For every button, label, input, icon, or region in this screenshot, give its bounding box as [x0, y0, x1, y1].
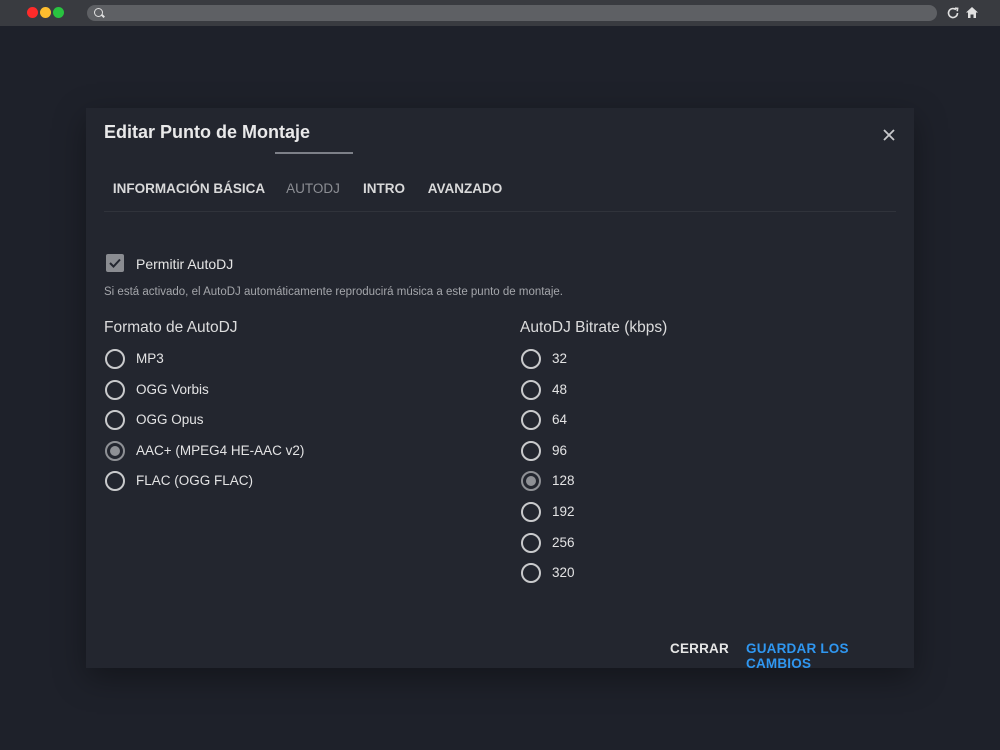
bitrate-option[interactable]: 48: [521, 379, 851, 411]
bitrate-group-title: AutoDJ Bitrate (kbps): [520, 319, 668, 336]
bitrate-option[interactable]: 32: [521, 349, 851, 380]
window-minimize-button[interactable]: [40, 7, 51, 18]
browser-toolbar: [0, 0, 1000, 26]
format-option[interactable]: FLAC (OGG FLAC): [105, 471, 435, 502]
dialog-title: Editar Punto de Montaje: [104, 122, 311, 142]
bitrate-option-label[interactable]: 64: [552, 412, 567, 427]
bitrate-option[interactable]: 256: [521, 532, 851, 564]
page: Editar Punto de Montaje INFORMACIÓN BÁSI…: [0, 26, 1000, 750]
bitrate-option[interactable]: 128: [521, 471, 851, 502]
bitrate-radio[interactable]: [521, 349, 541, 369]
bitrate-radio[interactable]: [521, 501, 541, 522]
tabs-divider: [104, 211, 896, 212]
tab-autodj[interactable]: AUTODJ: [274, 166, 352, 212]
tab-avanzado[interactable]: AVANZADO: [416, 166, 514, 212]
tab-informacion-basica[interactable]: INFORMACIÓN BÁSICA: [104, 166, 274, 212]
address-bar[interactable]: [87, 5, 937, 21]
bitrate-option[interactable]: 96: [521, 440, 851, 472]
format-option[interactable]: AAC+ (MPEG4 HE-AAC v2): [105, 440, 435, 472]
edit-mount-dialog: Editar Punto de Montaje INFORMACIÓN BÁSI…: [86, 108, 914, 671]
enable-autodj-label[interactable]: Permitir AutoDJ: [136, 256, 233, 272]
format-option-label[interactable]: OGG Opus: [136, 412, 204, 427]
format-group-title: Formato de AutoDJ: [104, 319, 238, 336]
close-button[interactable]: CERRAR: [670, 641, 729, 656]
bitrate-option-label[interactable]: 32: [552, 351, 567, 366]
bitrate-option[interactable]: 320: [521, 563, 851, 594]
bitrate-radio[interactable]: [521, 379, 541, 400]
format-option-label[interactable]: AAC+ (MPEG4 HE-AAC v2): [136, 443, 304, 458]
format-radio-selected[interactable]: [105, 440, 125, 461]
bitrate-option-label[interactable]: 320: [552, 565, 575, 580]
format-option[interactable]: OGG Opus: [105, 410, 435, 441]
bitrate-option-label[interactable]: 128: [552, 473, 575, 488]
bitrate-option-label[interactable]: 192: [552, 504, 575, 519]
format-radio-group: MP3 OGG Vorbis OGG Opus AAC+ (MPEG4 HE-A…: [105, 349, 435, 502]
bitrate-radio-selected[interactable]: [521, 471, 541, 492]
format-option-label[interactable]: MP3: [136, 351, 164, 366]
bitrate-radio[interactable]: [521, 532, 541, 553]
format-radio[interactable]: [105, 471, 125, 492]
format-option-label[interactable]: OGG Vorbis: [136, 382, 209, 397]
format-radio[interactable]: [105, 379, 125, 400]
enable-autodj-row: Permitir AutoDJ: [106, 254, 406, 274]
bitrate-radio[interactable]: [521, 440, 541, 461]
bitrate-option-label[interactable]: 48: [552, 382, 567, 397]
bitrate-radio[interactable]: [521, 410, 541, 431]
window-close-button[interactable]: [27, 7, 38, 18]
search-icon: [94, 8, 103, 17]
format-radio[interactable]: [105, 349, 125, 369]
bitrate-option[interactable]: 192: [521, 501, 851, 533]
enable-autodj-checkbox[interactable]: [106, 254, 124, 272]
format-option[interactable]: OGG Vorbis: [105, 379, 435, 411]
format-option[interactable]: MP3: [105, 349, 435, 380]
bitrate-option[interactable]: 64: [521, 410, 851, 441]
bitrate-option-label[interactable]: 96: [552, 443, 567, 458]
bitrate-radio-group: 32 48 64 96 128 192 256 320: [521, 349, 851, 594]
enable-autodj-help: Si está activado, el AutoDJ automáticame…: [104, 286, 563, 298]
tab-bar: INFORMACIÓN BÁSICA AUTODJ INTRO AVANZADO: [104, 166, 894, 212]
tab-intro[interactable]: INTRO: [352, 166, 416, 212]
bitrate-option-label[interactable]: 256: [552, 535, 575, 550]
format-option-label[interactable]: FLAC (OGG FLAC): [136, 473, 253, 488]
format-radio[interactable]: [105, 410, 125, 431]
window-zoom-button[interactable]: [53, 7, 64, 18]
home-icon[interactable]: [964, 5, 980, 21]
save-changes-button[interactable]: GUARDAR LOS CAMBIOS: [746, 641, 914, 671]
check-icon: [109, 258, 121, 268]
active-tab-indicator: [275, 152, 353, 154]
close-icon[interactable]: [882, 128, 896, 142]
bitrate-radio[interactable]: [521, 563, 541, 584]
reload-icon[interactable]: [945, 5, 961, 21]
